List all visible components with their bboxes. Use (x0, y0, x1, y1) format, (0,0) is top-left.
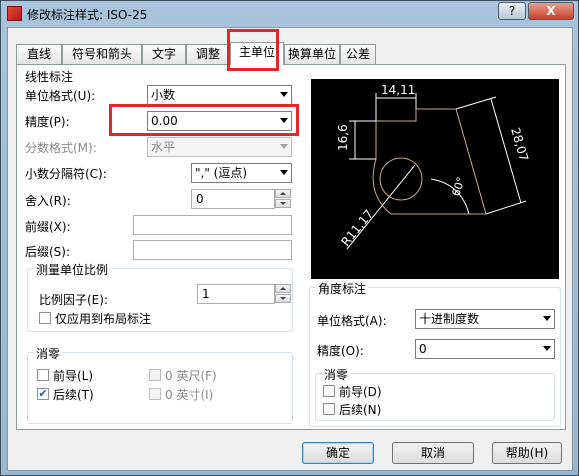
spin-down-icon[interactable] (275, 199, 291, 208)
tab-fit[interactable]: 调整 (186, 44, 230, 64)
round-off-input[interactable]: 0 (191, 189, 275, 209)
tab-lines[interactable]: 直线 (16, 44, 62, 64)
primary-units-panel: 线性标注 单位格式(U): 小数 精度(P): 0.00 分数格式(M): 水平… (16, 64, 566, 430)
cancel-button[interactable]: 取消 (392, 442, 474, 464)
dim-right-text: 28,07 (508, 126, 531, 163)
unit-format-select[interactable]: 小数 (147, 85, 292, 105)
preview-drawing: 14,11 16,6 28,07 60° R11,17 (336, 83, 531, 250)
angular-zero-suppression-title: 消零 (322, 366, 351, 383)
chevron-down-icon (280, 118, 288, 123)
dim-radius-text: R11,17 (338, 207, 376, 249)
spin-up-icon[interactable] (275, 189, 291, 198)
decimal-separator-label: 小数分隔符(C): (25, 167, 107, 181)
angular-precision-select[interactable]: 0 (415, 339, 555, 359)
precision-select[interactable]: 0.00 (147, 111, 292, 131)
angular-leading-label: 前导(D) (339, 385, 382, 399)
tab-symbols-arrows[interactable]: 符号和箭头 (62, 44, 142, 64)
precision-value: 0.00 (151, 114, 178, 128)
angular-leading-checkbox[interactable] (323, 385, 335, 397)
trailing-zero-label: 后续(T) (53, 388, 94, 402)
suffix-input[interactable] (133, 240, 292, 260)
angular-precision-label: 精度(O): (317, 344, 364, 358)
angular-trailing-checkbox[interactable] (323, 403, 335, 415)
trailing-zero-checkbox[interactable]: ✔ (37, 388, 49, 400)
title-bar[interactable]: 修改标注样式: ISO-25 ? X (1, 1, 578, 27)
chevron-down-icon (543, 346, 551, 351)
decimal-separator-value: "," (逗点) (195, 166, 248, 180)
title-help-button[interactable]: ? (498, 2, 526, 20)
dim-left-text: 16,6 (336, 124, 350, 151)
chevron-down-icon (280, 92, 288, 97)
angular-trailing-label: 后续(N) (339, 403, 382, 417)
unit-format-value: 小数 (151, 88, 176, 102)
spin-up-icon[interactable] (275, 284, 291, 293)
angular-group-title: 角度标注 (316, 280, 369, 297)
chevron-down-icon (280, 144, 288, 149)
chevron-down-icon (543, 316, 551, 321)
scale-factor-spinner[interactable] (275, 284, 291, 304)
preview-hole-circle (379, 157, 423, 201)
close-button[interactable]: X (528, 2, 574, 20)
layout-only-checkbox[interactable] (39, 312, 51, 324)
ok-button[interactable]: 确定 (302, 442, 374, 464)
fraction-format-label: 分数格式(M): (25, 141, 97, 155)
unit-format-label: 单位格式(U): (25, 89, 96, 103)
window-title: 修改标注样式: ISO-25 (27, 8, 148, 22)
angular-unit-format-label: 单位格式(A): (317, 314, 387, 328)
dimension-preview: 14,11 16,6 28,07 60° R11,17 (311, 79, 559, 279)
dim-top-text: 14,11 (381, 83, 415, 97)
suffix-label: 后缀(S): (25, 245, 71, 259)
decimal-separator-select[interactable]: "," (逗点) (191, 163, 292, 183)
linear-group-title: 线性标注 (25, 70, 74, 84)
zero-feet-checkbox[interactable] (149, 369, 161, 381)
spin-down-icon[interactable] (275, 294, 291, 303)
help-button[interactable]: 帮助(H) (492, 442, 562, 464)
angular-unit-format-select[interactable]: 十进制度数 (415, 309, 555, 329)
scale-factor-label: 比例因子(E): (39, 293, 108, 307)
chevron-down-icon (280, 170, 288, 175)
zero-feet-label: 0 英尺(F) (165, 369, 217, 383)
zero-inches-checkbox[interactable] (149, 388, 161, 400)
autocad-app-icon (7, 6, 22, 21)
measurement-scale-title: 测量单位比例 (34, 261, 111, 278)
fraction-format-select[interactable]: 水平 (147, 137, 292, 157)
tab-alternate-units[interactable]: 换算单位 (284, 44, 340, 64)
angular-unit-format-value: 十进制度数 (419, 312, 480, 326)
linear-zero-suppression-title: 消零 (34, 345, 63, 362)
tab-text[interactable]: 文字 (142, 44, 186, 64)
prefix-label: 前缀(X): (25, 220, 71, 234)
dialog-client: 直线 符号和箭头 文字 调整 主单位 换算单位 公差 线性标注 单位格式(U):… (7, 27, 573, 471)
scale-factor-input[interactable]: 1 (197, 284, 275, 304)
dim-angle-text: 60° (449, 175, 467, 198)
zero-inches-label: 0 英寸(I) (165, 388, 214, 402)
precision-label: 精度(P): (25, 115, 70, 129)
tab-tolerances[interactable]: 公差 (340, 44, 376, 64)
tab-primary-units[interactable]: 主单位 (230, 42, 284, 65)
layout-only-label: 仅应用到布局标注 (55, 312, 152, 326)
leading-zero-checkbox[interactable] (37, 369, 49, 381)
round-off-spinner[interactable] (275, 189, 291, 209)
leading-zero-label: 前导(L) (53, 369, 94, 383)
round-off-label: 舍入(R): (25, 194, 71, 208)
fraction-format-value: 水平 (151, 140, 176, 154)
angular-precision-value: 0 (419, 342, 427, 356)
prefix-input[interactable] (133, 215, 292, 235)
dialog-window: 修改标注样式: ISO-25 ? X 直线 符号和箭头 文字 调整 主单位 换算… (0, 0, 579, 476)
